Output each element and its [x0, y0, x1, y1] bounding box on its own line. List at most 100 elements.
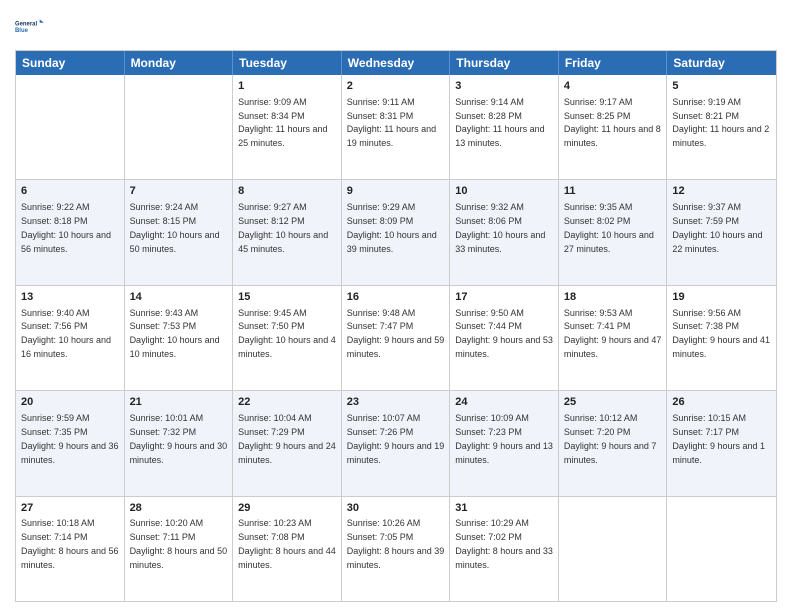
day-number: 29	[238, 501, 336, 516]
day-detail: Sunrise: 9:22 AM Sunset: 8:18 PM Dayligh…	[21, 202, 111, 253]
day-detail: Sunrise: 9:50 AM Sunset: 7:44 PM Dayligh…	[455, 308, 553, 359]
cal-cell-day-8: 8 Sunrise: 9:27 AM Sunset: 8:12 PM Daylig…	[233, 180, 342, 284]
day-detail: Sunrise: 9:40 AM Sunset: 7:56 PM Dayligh…	[21, 308, 111, 359]
day-number: 11	[564, 184, 662, 199]
day-detail: Sunrise: 10:04 AM Sunset: 7:29 PM Daylig…	[238, 413, 336, 464]
cal-cell-empty	[559, 497, 668, 601]
day-detail: Sunrise: 9:32 AM Sunset: 8:06 PM Dayligh…	[455, 202, 545, 253]
cal-cell-day-26: 26 Sunrise: 10:15 AM Sunset: 7:17 PM Dayl…	[667, 391, 776, 495]
logo: General Blue	[15, 10, 49, 44]
day-detail: Sunrise: 10:29 AM Sunset: 7:02 PM Daylig…	[455, 518, 553, 569]
cal-week-3: 13Sunrise: 9:40 AM Sunset: 7:56 PM Dayli…	[16, 286, 776, 391]
page: General Blue SundayMondayTuesdayWednesda…	[0, 0, 792, 612]
cal-header-friday: Friday	[559, 51, 668, 75]
cal-cell-day-12: 12 Sunrise: 9:37 AM Sunset: 7:59 PM Dayli…	[667, 180, 776, 284]
cal-cell-day-23: 23 Sunrise: 10:07 AM Sunset: 7:26 PM Dayl…	[342, 391, 451, 495]
day-number: 14	[130, 290, 228, 305]
cal-header-sunday: Sunday	[16, 51, 125, 75]
cal-week-5: 27 Sunrise: 10:18 AM Sunset: 7:14 PM Dayl…	[16, 497, 776, 601]
day-number: 27	[21, 501, 119, 516]
day-number: 18	[564, 290, 662, 305]
day-detail: Sunrise: 9:19 AM Sunset: 8:21 PM Dayligh…	[672, 97, 769, 148]
day-number: 25	[564, 395, 662, 410]
day-number: 15	[238, 290, 336, 305]
svg-text:General: General	[15, 21, 37, 27]
day-detail: Sunrise: 9:27 AM Sunset: 8:12 PM Dayligh…	[238, 202, 328, 253]
day-number: 17	[455, 290, 553, 305]
cal-cell-day-16: 16Sunrise: 9:48 AM Sunset: 7:47 PM Dayli…	[342, 286, 451, 390]
calendar-body: 1 Sunrise: 9:09 AM Sunset: 8:34 PM Daylig…	[16, 75, 776, 601]
logo-svg: General Blue	[15, 10, 49, 44]
cal-cell-day-29: 29 Sunrise: 10:23 AM Sunset: 7:08 PM Dayl…	[233, 497, 342, 601]
cal-cell-day-28: 28 Sunrise: 10:20 AM Sunset: 7:11 PM Dayl…	[125, 497, 234, 601]
day-detail: Sunrise: 9:45 AM Sunset: 7:50 PM Dayligh…	[238, 308, 336, 359]
day-number: 10	[455, 184, 553, 199]
day-number: 28	[130, 501, 228, 516]
day-number: 4	[564, 79, 662, 94]
day-detail: Sunrise: 10:26 AM Sunset: 7:05 PM Daylig…	[347, 518, 445, 569]
cal-cell-day-7: 7 Sunrise: 9:24 AM Sunset: 8:15 PM Daylig…	[125, 180, 234, 284]
cal-cell-day-30: 30Sunrise: 10:26 AM Sunset: 7:05 PM Dayl…	[342, 497, 451, 601]
cal-header-thursday: Thursday	[450, 51, 559, 75]
day-detail: Sunrise: 9:56 AM Sunset: 7:38 PM Dayligh…	[672, 308, 770, 359]
day-number: 24	[455, 395, 553, 410]
day-number: 22	[238, 395, 336, 410]
cal-cell-empty	[16, 75, 125, 179]
day-detail: Sunrise: 10:15 AM Sunset: 7:17 PM Daylig…	[672, 413, 765, 464]
cal-cell-day-5: 5 Sunrise: 9:19 AM Sunset: 8:21 PM Daylig…	[667, 75, 776, 179]
cal-cell-day-25: 25 Sunrise: 10:12 AM Sunset: 7:20 PM Dayl…	[559, 391, 668, 495]
day-detail: Sunrise: 9:35 AM Sunset: 8:02 PM Dayligh…	[564, 202, 654, 253]
cal-header-tuesday: Tuesday	[233, 51, 342, 75]
cal-cell-day-10: 10 Sunrise: 9:32 AM Sunset: 8:06 PM Dayli…	[450, 180, 559, 284]
day-number: 9	[347, 184, 445, 199]
day-detail: Sunrise: 10:18 AM Sunset: 7:14 PM Daylig…	[21, 518, 119, 569]
day-number: 31	[455, 501, 553, 516]
cal-cell-day-4: 4 Sunrise: 9:17 AM Sunset: 8:25 PM Daylig…	[559, 75, 668, 179]
day-number: 7	[130, 184, 228, 199]
cal-header-wednesday: Wednesday	[342, 51, 451, 75]
day-detail: Sunrise: 9:53 AM Sunset: 7:41 PM Dayligh…	[564, 308, 662, 359]
day-detail: Sunrise: 9:17 AM Sunset: 8:25 PM Dayligh…	[564, 97, 661, 148]
day-detail: Sunrise: 9:09 AM Sunset: 8:34 PM Dayligh…	[238, 97, 327, 148]
cal-cell-day-11: 11 Sunrise: 9:35 AM Sunset: 8:02 PM Dayli…	[559, 180, 668, 284]
cal-cell-day-18: 18 Sunrise: 9:53 AM Sunset: 7:41 PM Dayli…	[559, 286, 668, 390]
day-number: 16	[347, 290, 445, 305]
cal-cell-day-14: 14 Sunrise: 9:43 AM Sunset: 7:53 PM Dayli…	[125, 286, 234, 390]
calendar: SundayMondayTuesdayWednesdayThursdayFrid…	[15, 50, 777, 602]
day-detail: Sunrise: 10:23 AM Sunset: 7:08 PM Daylig…	[238, 518, 336, 569]
cal-cell-day-13: 13Sunrise: 9:40 AM Sunset: 7:56 PM Dayli…	[16, 286, 125, 390]
cal-cell-day-31: 31 Sunrise: 10:29 AM Sunset: 7:02 PM Dayl…	[450, 497, 559, 601]
header: General Blue	[15, 10, 777, 44]
cal-cell-day-2: 2Sunrise: 9:11 AM Sunset: 8:31 PM Daylig…	[342, 75, 451, 179]
cal-cell-day-24: 24 Sunrise: 10:09 AM Sunset: 7:23 PM Dayl…	[450, 391, 559, 495]
day-detail: Sunrise: 10:20 AM Sunset: 7:11 PM Daylig…	[130, 518, 228, 569]
day-number: 8	[238, 184, 336, 199]
day-detail: Sunrise: 9:14 AM Sunset: 8:28 PM Dayligh…	[455, 97, 544, 148]
cal-header-monday: Monday	[125, 51, 234, 75]
calendar-header: SundayMondayTuesdayWednesdayThursdayFrid…	[16, 51, 776, 75]
cal-cell-empty	[667, 497, 776, 601]
day-number: 5	[672, 79, 771, 94]
svg-text:Blue: Blue	[15, 28, 29, 34]
day-detail: Sunrise: 10:12 AM Sunset: 7:20 PM Daylig…	[564, 413, 657, 464]
day-detail: Sunrise: 10:07 AM Sunset: 7:26 PM Daylig…	[347, 413, 445, 464]
cal-cell-day-17: 17 Sunrise: 9:50 AM Sunset: 7:44 PM Dayli…	[450, 286, 559, 390]
day-number: 20	[21, 395, 119, 410]
cal-cell-day-15: 15 Sunrise: 9:45 AM Sunset: 7:50 PM Dayli…	[233, 286, 342, 390]
day-detail: Sunrise: 10:09 AM Sunset: 7:23 PM Daylig…	[455, 413, 553, 464]
day-number: 12	[672, 184, 771, 199]
day-number: 26	[672, 395, 771, 410]
day-detail: Sunrise: 10:01 AM Sunset: 7:32 PM Daylig…	[130, 413, 228, 464]
cal-cell-day-22: 22 Sunrise: 10:04 AM Sunset: 7:29 PM Dayl…	[233, 391, 342, 495]
cal-cell-day-20: 20Sunrise: 9:59 AM Sunset: 7:35 PM Dayli…	[16, 391, 125, 495]
cal-week-2: 6Sunrise: 9:22 AM Sunset: 8:18 PM Daylig…	[16, 180, 776, 285]
cal-cell-day-3: 3Sunrise: 9:14 AM Sunset: 8:28 PM Daylig…	[450, 75, 559, 179]
day-detail: Sunrise: 9:43 AM Sunset: 7:53 PM Dayligh…	[130, 308, 220, 359]
day-detail: Sunrise: 9:37 AM Sunset: 7:59 PM Dayligh…	[672, 202, 762, 253]
cal-cell-empty	[125, 75, 234, 179]
cal-cell-day-21: 21Sunrise: 10:01 AM Sunset: 7:32 PM Dayl…	[125, 391, 234, 495]
day-number: 23	[347, 395, 445, 410]
day-number: 19	[672, 290, 771, 305]
day-number: 1	[238, 79, 336, 94]
day-detail: Sunrise: 9:24 AM Sunset: 8:15 PM Dayligh…	[130, 202, 220, 253]
